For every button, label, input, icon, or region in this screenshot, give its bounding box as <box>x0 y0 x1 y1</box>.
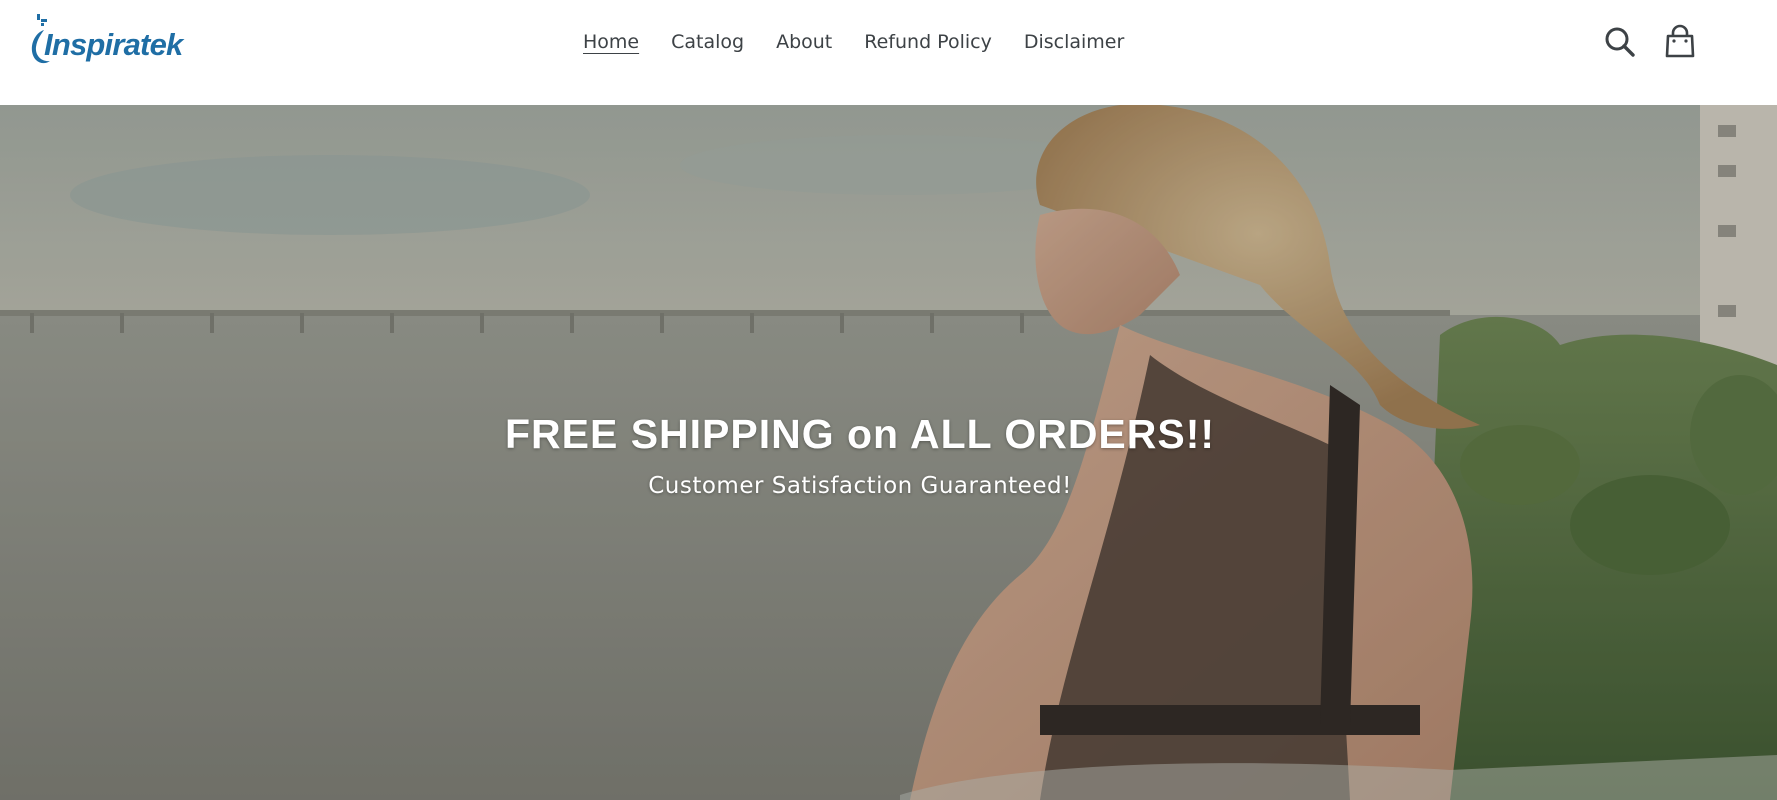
nav-item-about[interactable]: About <box>776 27 832 57</box>
hero-banner: FREE SHIPPING on ALL ORDERS!! Customer S… <box>0 105 1777 800</box>
nav-item-catalog[interactable]: Catalog <box>671 27 744 57</box>
search-icon <box>1605 27 1635 57</box>
nav-item-disclaimer[interactable]: Disclaimer <box>1024 27 1124 57</box>
cart-icon <box>1665 24 1695 58</box>
site-header: Inspiratek Home Catalog About Refund Pol… <box>0 0 1777 105</box>
main-navigation: Home Catalog About Refund Policy Disclai… <box>583 27 1156 57</box>
nav-item-home[interactable]: Home <box>583 27 639 57</box>
search-button[interactable] <box>1602 24 1638 60</box>
brand-name: Inspiratek <box>44 27 183 62</box>
hero-title: FREE SHIPPING on ALL ORDERS!! <box>504 411 1216 457</box>
nav-item-refund-policy[interactable]: Refund Policy <box>864 27 992 57</box>
hero-subtitle: Customer Satisfaction Guaranteed! <box>648 473 1072 499</box>
cart-button[interactable] <box>1662 24 1698 60</box>
